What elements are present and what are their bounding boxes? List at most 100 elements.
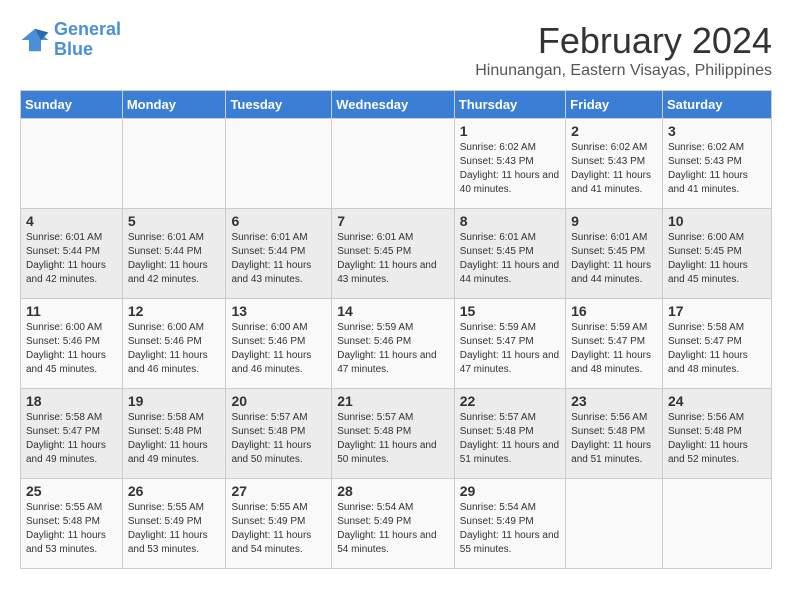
- calendar-cell: 12 Sunrise: 6:00 AM Sunset: 5:46 PM Dayli…: [122, 299, 226, 389]
- header-wednesday: Wednesday: [332, 91, 455, 119]
- calendar-cell: 4 Sunrise: 6:01 AM Sunset: 5:44 PM Daylig…: [21, 209, 123, 299]
- calendar-cell: 19 Sunrise: 5:58 AM Sunset: 5:48 PM Dayli…: [122, 389, 226, 479]
- day-number: 24: [668, 393, 766, 409]
- calendar-cell: 21Sunrise: 5:57 AM Sunset: 5:48 PM Dayli…: [332, 389, 455, 479]
- day-detail: Sunrise: 6:00 AM Sunset: 5:45 PM Dayligh…: [668, 231, 766, 287]
- day-number: 1: [460, 123, 560, 139]
- calendar-week-2: 4 Sunrise: 6:01 AM Sunset: 5:44 PM Daylig…: [21, 209, 772, 299]
- calendar-cell: 7 Sunrise: 6:01 AM Sunset: 5:45 PM Daylig…: [332, 209, 455, 299]
- header-thursday: Thursday: [454, 91, 565, 119]
- day-detail: Sunrise: 5:54 AM Sunset: 5:49 PM Dayligh…: [337, 501, 449, 557]
- calendar-cell: 5 Sunrise: 6:01 AM Sunset: 5:44 PM Daylig…: [122, 209, 226, 299]
- calendar-week-4: 18Sunrise: 5:58 AM Sunset: 5:47 PM Dayli…: [21, 389, 772, 479]
- calendar-cell: 1 Sunrise: 6:02 AM Sunset: 5:43 PM Daylig…: [454, 119, 565, 209]
- calendar-cell: 16Sunrise: 5:59 AM Sunset: 5:47 PM Dayli…: [566, 299, 663, 389]
- calendar-cell: 10 Sunrise: 6:00 AM Sunset: 5:45 PM Dayli…: [662, 209, 771, 299]
- calendar-cell: [226, 119, 332, 209]
- header-sunday: Sunday: [21, 91, 123, 119]
- day-detail: Sunrise: 5:57 AM Sunset: 5:48 PM Dayligh…: [460, 411, 560, 467]
- calendar-cell: 8 Sunrise: 6:01 AM Sunset: 5:45 PM Daylig…: [454, 209, 565, 299]
- logo: General Blue: [20, 20, 121, 60]
- day-detail: Sunrise: 6:01 AM Sunset: 5:44 PM Dayligh…: [231, 231, 326, 287]
- header: General Blue February 2024 Hinunangan, E…: [20, 20, 772, 80]
- day-detail: Sunrise: 5:55 AM Sunset: 5:48 PM Dayligh…: [26, 501, 117, 557]
- day-number: 9: [571, 213, 657, 229]
- day-detail: Sunrise: 6:01 AM Sunset: 5:44 PM Dayligh…: [128, 231, 221, 287]
- day-detail: Sunrise: 5:55 AM Sunset: 5:49 PM Dayligh…: [128, 501, 221, 557]
- calendar-table: SundayMondayTuesdayWednesdayThursdayFrid…: [20, 90, 772, 569]
- day-number: 11: [26, 303, 117, 319]
- calendar-cell: 26 Sunrise: 5:55 AM Sunset: 5:49 PM Dayli…: [122, 479, 226, 569]
- calendar-cell: [21, 119, 123, 209]
- day-number: 12: [128, 303, 221, 319]
- day-number: 10: [668, 213, 766, 229]
- day-number: 5: [128, 213, 221, 229]
- header-monday: Monday: [122, 91, 226, 119]
- calendar-cell: 2 Sunrise: 6:02 AM Sunset: 5:43 PM Daylig…: [566, 119, 663, 209]
- day-number: 13: [231, 303, 326, 319]
- day-detail: Sunrise: 6:01 AM Sunset: 5:45 PM Dayligh…: [460, 231, 560, 287]
- day-detail: Sunrise: 5:59 AM Sunset: 5:46 PM Dayligh…: [337, 321, 449, 377]
- day-detail: Sunrise: 5:59 AM Sunset: 5:47 PM Dayligh…: [460, 321, 560, 377]
- calendar-cell: 20 Sunrise: 5:57 AM Sunset: 5:48 PM Dayli…: [226, 389, 332, 479]
- day-detail: Sunrise: 6:01 AM Sunset: 5:44 PM Dayligh…: [26, 231, 117, 287]
- calendar-cell: [122, 119, 226, 209]
- day-number: 2: [571, 123, 657, 139]
- calendar-cell: 28 Sunrise: 5:54 AM Sunset: 5:49 PM Dayli…: [332, 479, 455, 569]
- calendar-cell: 24 Sunrise: 5:56 AM Sunset: 5:48 PM Dayli…: [662, 389, 771, 479]
- logo-icon: [20, 25, 50, 55]
- day-number: 4: [26, 213, 117, 229]
- calendar-cell: [566, 479, 663, 569]
- day-detail: Sunrise: 6:00 AM Sunset: 5:46 PM Dayligh…: [231, 321, 326, 377]
- title-area: February 2024 Hinunangan, Eastern Visaya…: [475, 20, 772, 80]
- calendar-cell: 23 Sunrise: 5:56 AM Sunset: 5:48 PM Dayli…: [566, 389, 663, 479]
- header-saturday: Saturday: [662, 91, 771, 119]
- calendar-week-5: 25Sunrise: 5:55 AM Sunset: 5:48 PM Dayli…: [21, 479, 772, 569]
- day-detail: Sunrise: 5:56 AM Sunset: 5:48 PM Dayligh…: [668, 411, 766, 467]
- day-number: 14: [337, 303, 449, 319]
- day-detail: Sunrise: 5:55 AM Sunset: 5:49 PM Dayligh…: [231, 501, 326, 557]
- day-detail: Sunrise: 5:57 AM Sunset: 5:48 PM Dayligh…: [231, 411, 326, 467]
- day-number: 23: [571, 393, 657, 409]
- day-detail: Sunrise: 6:02 AM Sunset: 5:43 PM Dayligh…: [571, 141, 657, 197]
- day-detail: Sunrise: 5:54 AM Sunset: 5:49 PM Dayligh…: [460, 501, 560, 557]
- day-number: 15: [460, 303, 560, 319]
- calendar-cell: 14 Sunrise: 5:59 AM Sunset: 5:46 PM Dayli…: [332, 299, 455, 389]
- calendar-cell: 13 Sunrise: 6:00 AM Sunset: 5:46 PM Dayli…: [226, 299, 332, 389]
- calendar-cell: [662, 479, 771, 569]
- day-number: 29: [460, 483, 560, 499]
- day-number: 7: [337, 213, 449, 229]
- day-detail: Sunrise: 6:00 AM Sunset: 5:46 PM Dayligh…: [26, 321, 117, 377]
- calendar-cell: 15 Sunrise: 5:59 AM Sunset: 5:47 PM Dayli…: [454, 299, 565, 389]
- day-number: 28: [337, 483, 449, 499]
- day-detail: Sunrise: 6:01 AM Sunset: 5:45 PM Dayligh…: [337, 231, 449, 287]
- header-friday: Friday: [566, 91, 663, 119]
- day-number: 18: [26, 393, 117, 409]
- calendar-cell: 17Sunrise: 5:58 AM Sunset: 5:47 PM Dayli…: [662, 299, 771, 389]
- calendar-cell: 6Sunrise: 6:01 AM Sunset: 5:44 PM Daylig…: [226, 209, 332, 299]
- day-detail: Sunrise: 6:00 AM Sunset: 5:46 PM Dayligh…: [128, 321, 221, 377]
- calendar-cell: [332, 119, 455, 209]
- header-tuesday: Tuesday: [226, 91, 332, 119]
- location-title: Hinunangan, Eastern Visayas, Philippines: [475, 62, 772, 80]
- month-title: February 2024: [475, 20, 772, 62]
- calendar-cell: 18Sunrise: 5:58 AM Sunset: 5:47 PM Dayli…: [21, 389, 123, 479]
- day-detail: Sunrise: 6:02 AM Sunset: 5:43 PM Dayligh…: [668, 141, 766, 197]
- calendar-cell: 25Sunrise: 5:55 AM Sunset: 5:48 PM Dayli…: [21, 479, 123, 569]
- day-number: 21: [337, 393, 449, 409]
- calendar-cell: 29 Sunrise: 5:54 AM Sunset: 5:49 PM Dayli…: [454, 479, 565, 569]
- day-number: 26: [128, 483, 221, 499]
- day-number: 20: [231, 393, 326, 409]
- day-number: 27: [231, 483, 326, 499]
- day-detail: Sunrise: 6:02 AM Sunset: 5:43 PM Dayligh…: [460, 141, 560, 197]
- day-number: 19: [128, 393, 221, 409]
- day-number: 8: [460, 213, 560, 229]
- day-detail: Sunrise: 5:59 AM Sunset: 5:47 PM Dayligh…: [571, 321, 657, 377]
- day-number: 3: [668, 123, 766, 139]
- day-number: 17: [668, 303, 766, 319]
- calendar-week-1: 1 Sunrise: 6:02 AM Sunset: 5:43 PM Daylig…: [21, 119, 772, 209]
- day-detail: Sunrise: 5:56 AM Sunset: 5:48 PM Dayligh…: [571, 411, 657, 467]
- calendar-cell: 27 Sunrise: 5:55 AM Sunset: 5:49 PM Dayli…: [226, 479, 332, 569]
- day-detail: Sunrise: 5:58 AM Sunset: 5:48 PM Dayligh…: [128, 411, 221, 467]
- calendar-cell: 11 Sunrise: 6:00 AM Sunset: 5:46 PM Dayli…: [21, 299, 123, 389]
